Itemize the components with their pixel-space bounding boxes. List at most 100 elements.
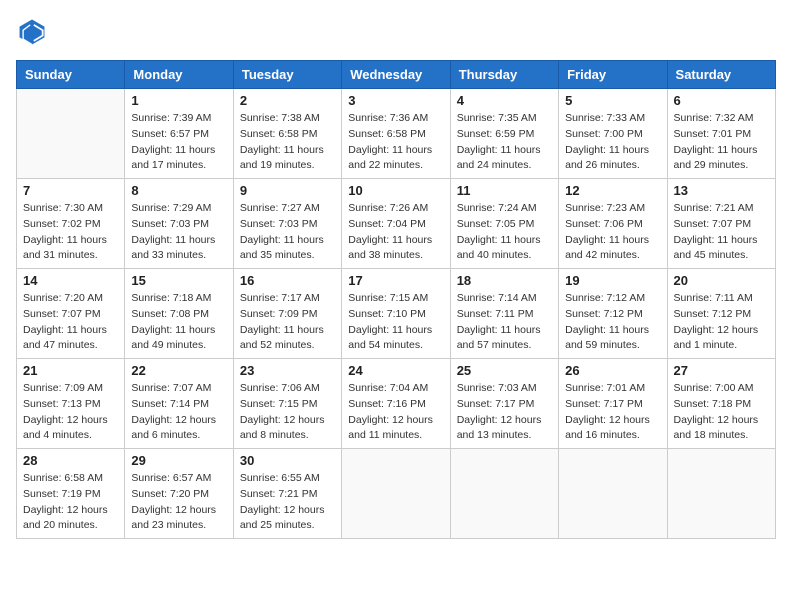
calendar-week-row: 28 Sunrise: 6:58 AM Sunset: 7:19 PM Dayli…: [17, 449, 776, 539]
day-info: Sunrise: 7:29 AM Sunset: 7:03 PM Dayligh…: [131, 201, 226, 264]
day-number: 8: [131, 183, 226, 198]
calendar-day-cell: 19 Sunrise: 7:12 AM Sunset: 7:12 PM Dayli…: [559, 269, 667, 359]
day-number: 11: [457, 183, 552, 198]
day-number: 17: [348, 273, 443, 288]
weekday-header: Wednesday: [342, 61, 450, 89]
day-number: 29: [131, 453, 226, 468]
calendar-day-cell: [450, 449, 558, 539]
calendar-day-cell: 14 Sunrise: 7:20 AM Sunset: 7:07 PM Dayli…: [17, 269, 125, 359]
calendar-day-cell: 3 Sunrise: 7:36 AM Sunset: 6:58 PM Daylig…: [342, 89, 450, 179]
calendar-day-cell: 18Sunrise: 7:14 AM Sunset: 7:11 PM Dayli…: [450, 269, 558, 359]
day-info: Sunrise: 7:12 AM Sunset: 7:12 PM Dayligh…: [565, 291, 660, 354]
day-info: Sunrise: 7:35 AM Sunset: 6:59 PM Dayligh…: [457, 111, 552, 174]
calendar-day-cell: 16 Sunrise: 7:17 AM Sunset: 7:09 PM Dayli…: [233, 269, 341, 359]
day-info: Sunrise: 7:32 AM Sunset: 7:01 PM Dayligh…: [674, 111, 769, 174]
day-number: 22: [131, 363, 226, 378]
day-info: Sunrise: 7:23 AM Sunset: 7:06 PM Dayligh…: [565, 201, 660, 264]
day-number: 13: [674, 183, 769, 198]
day-number: 6: [674, 93, 769, 108]
weekday-header: Sunday: [17, 61, 125, 89]
day-info: Sunrise: 7:09 AM Sunset: 7:13 PM Dayligh…: [23, 381, 118, 444]
calendar-day-cell: 15Sunrise: 7:18 AM Sunset: 7:08 PM Dayli…: [125, 269, 233, 359]
day-info: Sunrise: 7:30 AM Sunset: 7:02 PM Dayligh…: [23, 201, 118, 264]
day-number: 24: [348, 363, 443, 378]
weekday-header: Friday: [559, 61, 667, 89]
day-number: 28: [23, 453, 118, 468]
calendar-day-cell: 28 Sunrise: 6:58 AM Sunset: 7:19 PM Dayli…: [17, 449, 125, 539]
calendar-day-cell: [342, 449, 450, 539]
day-info: Sunrise: 7:18 AM Sunset: 7:08 PM Dayligh…: [131, 291, 226, 354]
day-info: Sunrise: 6:58 AM Sunset: 7:19 PM Dayligh…: [23, 471, 118, 534]
day-number: 1: [131, 93, 226, 108]
calendar-day-cell: 9 Sunrise: 7:27 AM Sunset: 7:03 PM Daylig…: [233, 179, 341, 269]
day-number: 7: [23, 183, 118, 198]
day-number: 12: [565, 183, 660, 198]
day-info: Sunrise: 7:03 AM Sunset: 7:17 PM Dayligh…: [457, 381, 552, 444]
calendar-day-cell: 2 Sunrise: 7:38 AM Sunset: 6:58 PM Daylig…: [233, 89, 341, 179]
day-info: Sunrise: 7:00 AM Sunset: 7:18 PM Dayligh…: [674, 381, 769, 444]
calendar-day-cell: 26 Sunrise: 7:01 AM Sunset: 7:17 PM Dayli…: [559, 359, 667, 449]
calendar-day-cell: 11 Sunrise: 7:24 AM Sunset: 7:05 PM Dayli…: [450, 179, 558, 269]
day-number: 9: [240, 183, 335, 198]
day-number: 14: [23, 273, 118, 288]
calendar-day-cell: 7 Sunrise: 7:30 AM Sunset: 7:02 PM Daylig…: [17, 179, 125, 269]
calendar-day-cell: 25 Sunrise: 7:03 AM Sunset: 7:17 PM Dayli…: [450, 359, 558, 449]
weekday-header: Thursday: [450, 61, 558, 89]
day-number: 10: [348, 183, 443, 198]
day-info: Sunrise: 7:24 AM Sunset: 7:05 PM Dayligh…: [457, 201, 552, 264]
calendar-day-cell: 10 Sunrise: 7:26 AM Sunset: 7:04 PM Dayli…: [342, 179, 450, 269]
day-number: 4: [457, 93, 552, 108]
calendar-header-row: SundayMondayTuesdayWednesdayThursdayFrid…: [17, 61, 776, 89]
calendar-day-cell: 21 Sunrise: 7:09 AM Sunset: 7:13 PM Dayli…: [17, 359, 125, 449]
calendar-week-row: 1 Sunrise: 7:39 AM Sunset: 6:57 PM Daylig…: [17, 89, 776, 179]
day-number: 26: [565, 363, 660, 378]
day-number: 27: [674, 363, 769, 378]
calendar-day-cell: 5Sunrise: 7:33 AM Sunset: 7:00 PM Daylig…: [559, 89, 667, 179]
day-number: 20: [674, 273, 769, 288]
day-number: 3: [348, 93, 443, 108]
day-info: Sunrise: 7:26 AM Sunset: 7:04 PM Dayligh…: [348, 201, 443, 264]
day-info: Sunrise: 7:17 AM Sunset: 7:09 PM Dayligh…: [240, 291, 335, 354]
day-info: Sunrise: 7:27 AM Sunset: 7:03 PM Dayligh…: [240, 201, 335, 264]
day-info: Sunrise: 7:14 AM Sunset: 7:11 PM Dayligh…: [457, 291, 552, 354]
calendar-day-cell: [667, 449, 775, 539]
calendar-day-cell: 29 Sunrise: 6:57 AM Sunset: 7:20 PM Dayli…: [125, 449, 233, 539]
day-number: 16: [240, 273, 335, 288]
weekday-header: Monday: [125, 61, 233, 89]
logo: [16, 16, 52, 48]
day-info: Sunrise: 7:38 AM Sunset: 6:58 PM Dayligh…: [240, 111, 335, 174]
day-number: 19: [565, 273, 660, 288]
day-info: Sunrise: 7:33 AM Sunset: 7:00 PM Dayligh…: [565, 111, 660, 174]
day-info: Sunrise: 7:20 AM Sunset: 7:07 PM Dayligh…: [23, 291, 118, 354]
day-info: Sunrise: 7:06 AM Sunset: 7:15 PM Dayligh…: [240, 381, 335, 444]
calendar-day-cell: 20 Sunrise: 7:11 AM Sunset: 7:12 PM Dayli…: [667, 269, 775, 359]
weekday-header: Saturday: [667, 61, 775, 89]
calendar-day-cell: 4 Sunrise: 7:35 AM Sunset: 6:59 PM Daylig…: [450, 89, 558, 179]
calendar-day-cell: 13 Sunrise: 7:21 AM Sunset: 7:07 PM Dayli…: [667, 179, 775, 269]
day-info: Sunrise: 7:01 AM Sunset: 7:17 PM Dayligh…: [565, 381, 660, 444]
day-info: Sunrise: 7:15 AM Sunset: 7:10 PM Dayligh…: [348, 291, 443, 354]
day-info: Sunrise: 6:57 AM Sunset: 7:20 PM Dayligh…: [131, 471, 226, 534]
day-number: 23: [240, 363, 335, 378]
day-info: Sunrise: 7:39 AM Sunset: 6:57 PM Dayligh…: [131, 111, 226, 174]
day-info: Sunrise: 7:11 AM Sunset: 7:12 PM Dayligh…: [674, 291, 769, 354]
day-info: Sunrise: 7:36 AM Sunset: 6:58 PM Dayligh…: [348, 111, 443, 174]
day-info: Sunrise: 6:55 AM Sunset: 7:21 PM Dayligh…: [240, 471, 335, 534]
logo-icon: [16, 16, 48, 48]
day-number: 21: [23, 363, 118, 378]
day-info: Sunrise: 7:07 AM Sunset: 7:14 PM Dayligh…: [131, 381, 226, 444]
calendar-day-cell: 17 Sunrise: 7:15 AM Sunset: 7:10 PM Dayli…: [342, 269, 450, 359]
calendar-day-cell: 23 Sunrise: 7:06 AM Sunset: 7:15 PM Dayli…: [233, 359, 341, 449]
calendar-day-cell: 22 Sunrise: 7:07 AM Sunset: 7:14 PM Dayli…: [125, 359, 233, 449]
calendar-week-row: 14 Sunrise: 7:20 AM Sunset: 7:07 PM Dayli…: [17, 269, 776, 359]
calendar-day-cell: 12 Sunrise: 7:23 AM Sunset: 7:06 PM Dayli…: [559, 179, 667, 269]
day-number: 25: [457, 363, 552, 378]
calendar-day-cell: 24Sunrise: 7:04 AM Sunset: 7:16 PM Dayli…: [342, 359, 450, 449]
day-info: Sunrise: 7:21 AM Sunset: 7:07 PM Dayligh…: [674, 201, 769, 264]
calendar-week-row: 21 Sunrise: 7:09 AM Sunset: 7:13 PM Dayli…: [17, 359, 776, 449]
day-number: 30: [240, 453, 335, 468]
calendar-day-cell: 1 Sunrise: 7:39 AM Sunset: 6:57 PM Daylig…: [125, 89, 233, 179]
calendar-week-row: 7 Sunrise: 7:30 AM Sunset: 7:02 PM Daylig…: [17, 179, 776, 269]
calendar-day-cell: 27 Sunrise: 7:00 AM Sunset: 7:18 PM Dayli…: [667, 359, 775, 449]
day-number: 2: [240, 93, 335, 108]
